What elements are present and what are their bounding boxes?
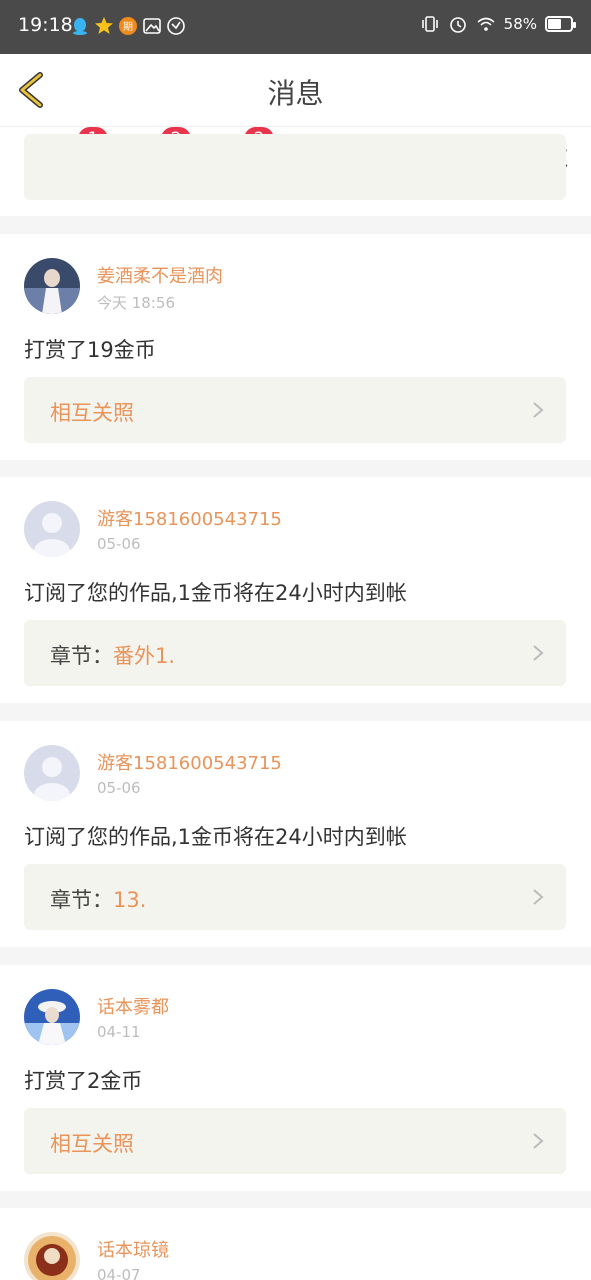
avatar[interactable]: [24, 745, 80, 801]
action-label: 相互关照: [50, 401, 134, 425]
battery-level: [548, 19, 561, 29]
message-card: 话本雾都 04-11 打赏了2金币 相互关照: [0, 965, 591, 1191]
action-label: 章节：番外1.: [50, 644, 176, 668]
chevron-right-icon: [533, 402, 544, 418]
avatar[interactable]: [24, 258, 80, 314]
user-name[interactable]: 话本雾都: [97, 993, 169, 1019]
message-time: 04-07: [97, 1266, 141, 1280]
system-icons: 58%: [420, 14, 576, 34]
message-time: 05-06: [97, 779, 141, 797]
svg-text:期: 期: [123, 21, 133, 33]
vibrate-icon: [421, 16, 438, 32]
message-card: 游客1581600543715 05-06 订阅了您的作品,1金币将在24小时内…: [0, 721, 591, 947]
chevron-right-icon: [533, 645, 544, 661]
action-box-partial: [24, 134, 566, 200]
status-time: 19:18: [18, 14, 73, 36]
avatar[interactable]: [24, 1232, 80, 1280]
action-box[interactable]: 章节：番外1.: [24, 620, 566, 686]
wechat-icon: [167, 17, 185, 35]
message-time: 04-11: [97, 1023, 141, 1041]
star-icon: [95, 17, 113, 34]
action-label: 相互关照: [50, 1132, 134, 1156]
status-bar: 19:18 期 58%: [0, 0, 591, 54]
message-text: 打赏了2金币: [24, 1069, 143, 1093]
user-name[interactable]: 话本琼镜: [97, 1236, 169, 1262]
chevron-right-icon: [533, 1133, 544, 1149]
message-time: 今天 18:56: [97, 294, 175, 312]
action-box[interactable]: 章节：13.: [24, 864, 566, 930]
user-name[interactable]: 游客1581600543715: [97, 505, 282, 531]
message-card: 姜酒柔不是酒肉 今天 18:56 打赏了19金币 相互关照: [0, 234, 591, 460]
alarm-icon: [449, 17, 466, 33]
page-title: 消息: [267, 77, 324, 110]
message-text: 订阅了您的作品,1金币将在24小时内到帐: [24, 581, 407, 605]
message-card: 话本琼镜 04-07: [0, 1208, 591, 1280]
user-name[interactable]: 游客1581600543715: [97, 749, 282, 775]
message-card: 游客1581600543715 05-06 订阅了您的作品,1金币将在24小时内…: [0, 477, 591, 703]
action-box[interactable]: 相互关照: [24, 377, 566, 443]
battery-icon: [545, 16, 576, 32]
user-name[interactable]: 姜酒柔不是酒肉: [97, 262, 223, 288]
message-text: 订阅了您的作品,1金币将在24小时内到帐: [24, 825, 407, 849]
header: 消息: [0, 54, 591, 126]
battery-percent: 58%: [503, 15, 537, 33]
message-time: 05-06: [97, 535, 141, 553]
wifi-icon: [477, 17, 495, 31]
image-icon: [143, 18, 161, 34]
message-text: 打赏了19金币: [24, 338, 156, 362]
avatar[interactable]: [24, 501, 80, 557]
card-partial: [0, 134, 591, 216]
action-label: 章节：13.: [50, 888, 147, 912]
app-icon: 期: [119, 17, 137, 35]
avatar[interactable]: [24, 989, 80, 1045]
action-box[interactable]: 相互关照: [24, 1108, 566, 1174]
qq-icon: [73, 18, 87, 35]
notification-icons: 期: [70, 16, 186, 36]
chevron-right-icon: [533, 889, 544, 905]
